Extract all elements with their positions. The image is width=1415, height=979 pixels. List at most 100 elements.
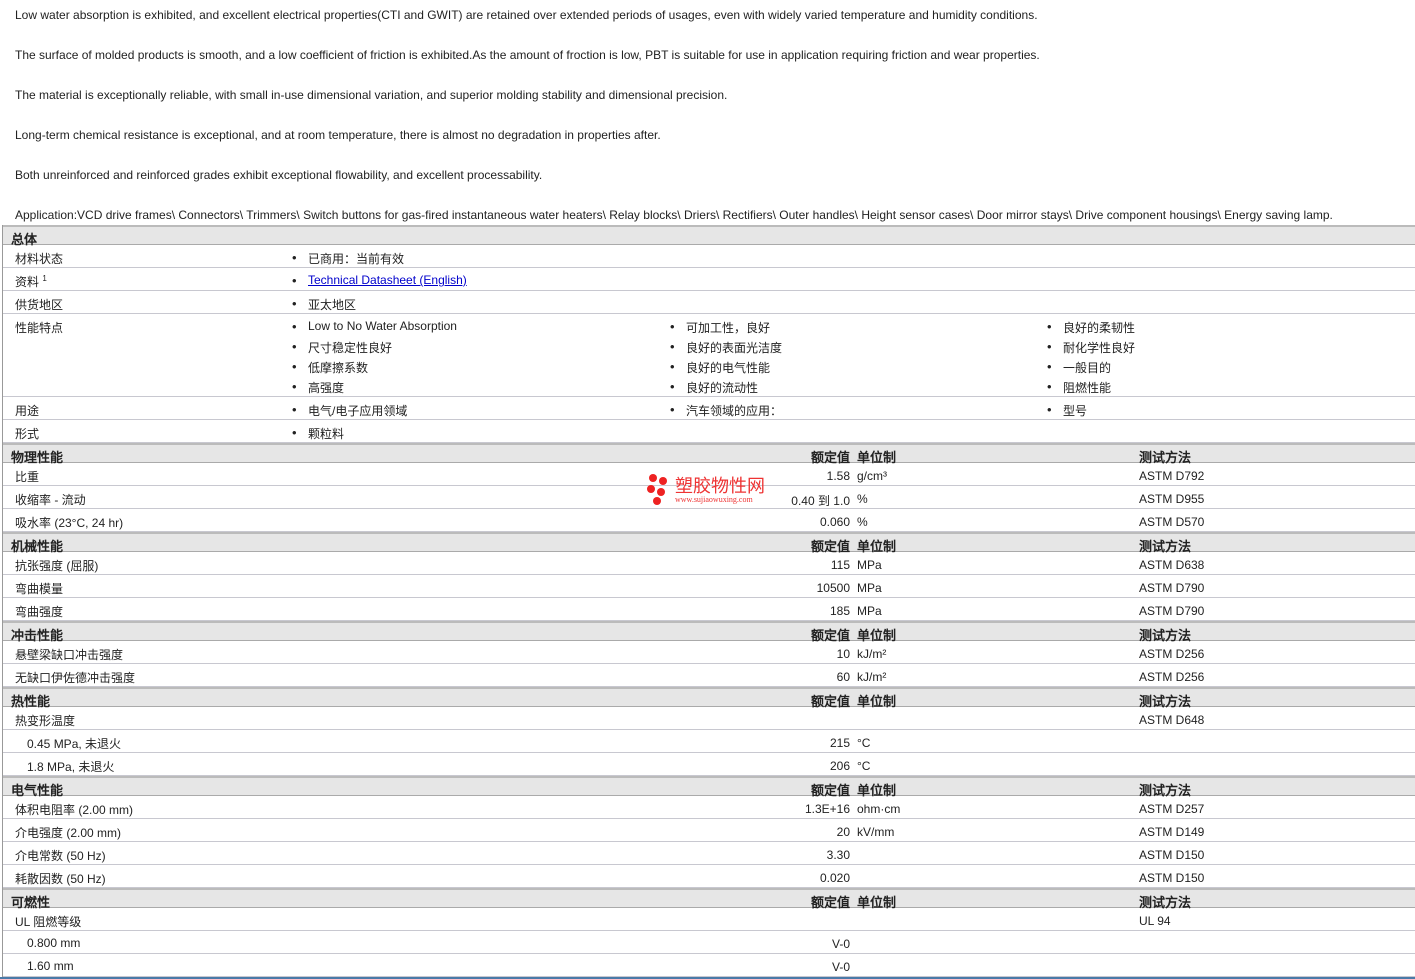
property-unit: MPa <box>857 558 882 572</box>
property-row: UL 阻燃等级 UL 94 <box>3 908 1415 931</box>
property-row: 悬壁梁缺口冲击强度 10 kJ/m² ASTM D256 <box>3 641 1415 664</box>
row-label: 资料 1 <box>15 273 47 290</box>
property-label: 耗散因数 (50 Hz) <box>15 872 106 886</box>
property-unit: % <box>857 492 868 506</box>
property-value: 215 <box>829 736 850 750</box>
row-label: 材料状态 <box>15 252 64 266</box>
test-method: ASTM D790 <box>1139 581 1205 595</box>
property-row: 介电强度 (2.00 mm) 20 kV/mm ASTM D149 <box>3 819 1415 842</box>
property-label: 体积电阻率 (2.00 mm) <box>15 803 134 817</box>
test-method: ASTM D256 <box>1139 647 1205 661</box>
property-row: 吸水率 (23°C, 24 hr) 0.060% ASTM D570 <box>3 509 1415 532</box>
test-method: ASTM D149 <box>1139 825 1205 839</box>
watermark-logo: 塑胶物性网 www.sujiaowuxing.com <box>645 472 765 506</box>
use-item: 汽车领域的应用： <box>670 402 782 419</box>
feature-item: 良好的柔韧性 <box>1047 319 1135 336</box>
property-unit: ohm·cm <box>857 802 901 816</box>
property-value: 1.58 <box>826 469 850 483</box>
section-header: 机械性能 额定值 单位制 测试方法 <box>3 532 1415 554</box>
property-sections: 物理性能 额定值 单位制 测试方法比重 1.58 g/cm³ ASTM D792 收缩率 - … <box>3 443 1415 977</box>
property-label: 介电强度 (2.00 mm) <box>15 826 122 840</box>
property-row: 体积电阻率 (2.00 mm) 1.3E+16 ohm·cm ASTM D257 <box>3 796 1415 819</box>
feature-item: 一般目的 <box>1047 359 1111 376</box>
test-method: ASTM D257 <box>1139 802 1205 816</box>
feature-item: 尺寸稳定性良好 <box>292 339 392 356</box>
feature-item: 良好的电气性能 <box>670 359 770 376</box>
property-label: 0.45 MPa, 未退火 <box>27 737 122 751</box>
row-label: 形式 <box>15 427 40 441</box>
property-value: 60 <box>836 670 850 684</box>
property-row: 弯曲强度 185 MPa ASTM D790 <box>3 598 1415 621</box>
row-label: 用途 <box>15 404 40 418</box>
row-label: 性能特点 <box>15 321 64 335</box>
property-unit: °C <box>857 736 871 750</box>
property-unit: kJ/m² <box>857 647 887 661</box>
property-value: 0.060 <box>819 515 850 529</box>
property-row: 0.800 mm V-0 <box>3 931 1415 954</box>
description-paragraph: The material is exceptionally reliable, … <box>15 88 728 102</box>
use-item: 型号 <box>1047 402 1087 419</box>
section-header-general: 总体 <box>3 225 1415 247</box>
property-value: 115 <box>830 558 850 572</box>
test-method: ASTM D150 <box>1139 871 1205 885</box>
property-label: 吸水率 (23°C, 24 hr) <box>15 516 124 530</box>
watermark-url: www.sujiaowuxing.com <box>675 495 753 504</box>
row-form: 形式 颗粒料 <box>3 420 1415 443</box>
test-method: ASTM D792 <box>1139 469 1205 483</box>
property-label: 比重 <box>15 470 40 484</box>
feature-item: 阻燃性能 <box>1047 379 1111 396</box>
description-paragraph: Low water absorption is exhibited, and e… <box>15 8 1038 22</box>
test-method: ASTM D570 <box>1139 515 1205 529</box>
description-paragraph: Long-term chemical resistance is excepti… <box>15 128 661 142</box>
property-value: 10500 <box>816 581 850 595</box>
test-method: ASTM D256 <box>1139 670 1205 684</box>
property-label: 无缺口伊佐德冲击强度 <box>15 671 136 685</box>
property-value: 1.3E+16 <box>804 802 850 816</box>
property-row: 无缺口伊佐德冲击强度 60 kJ/m² ASTM D256 <box>3 664 1415 687</box>
property-value: 10 <box>836 647 850 661</box>
feature-item: 良好的表面光洁度 <box>670 339 782 356</box>
property-label: 弯曲强度 <box>15 605 64 619</box>
test-method: ASTM D648 <box>1139 713 1205 727</box>
property-row: 1.8 MPa, 未退火 206 °C <box>3 753 1415 776</box>
property-unit: g/cm³ <box>857 469 887 483</box>
property-row: 抗张强度 (屈服) 115 MPa ASTM D638 <box>3 552 1415 575</box>
test-method: ASTM D150 <box>1139 848 1205 862</box>
status-value: 已商用：当前有效 <box>292 250 404 267</box>
test-method: ASTM D638 <box>1139 558 1205 572</box>
property-unit: MPa <box>857 604 882 618</box>
row-features: 性能特点 Low to No Water Absorption 尺寸稳定性良好低摩擦… <box>3 314 1415 397</box>
section-header: 电气性能 额定值 单位制 测试方法 <box>3 776 1415 798</box>
feature-item: 可加工性，良好 <box>670 319 770 336</box>
property-label: 1.60 mm <box>27 959 74 973</box>
section-header: 物理性能 额定值 单位制 测试方法 <box>3 443 1415 465</box>
property-value: 206 <box>829 759 850 773</box>
row-region: 供货地区 亚太地区 <box>3 291 1415 314</box>
property-unit: MPa <box>857 581 882 595</box>
property-label: 收缩率 - 流动 <box>15 493 86 507</box>
footnote-marker: 1 <box>42 274 47 283</box>
use-item: 电气/电子应用领域 <box>292 402 407 419</box>
property-value: V-0 <box>831 960 850 974</box>
property-label: 0.800 mm <box>27 936 81 950</box>
property-row: 热变形温度 ASTM D648 <box>3 707 1415 730</box>
logo-dots-icon <box>645 472 673 506</box>
test-method: ASTM D955 <box>1139 492 1205 506</box>
property-value: V-0 <box>831 937 850 951</box>
property-row: 介电常数 (50 Hz) 3.30 ASTM D150 <box>3 842 1415 865</box>
description-paragraph: Both unreinforced and reinforced grades … <box>15 168 543 182</box>
property-value: 0.020 <box>819 871 850 885</box>
test-method: UL 94 <box>1139 914 1171 928</box>
description-paragraph: The surface of molded products is smooth… <box>15 48 1040 62</box>
property-row: 弯曲模量 10500 MPa ASTM D790 <box>3 575 1415 598</box>
row-uses: 用途 电气/电子应用领域 汽车领域的应用： 型号 <box>3 397 1415 420</box>
property-label: 介电常数 (50 Hz) <box>15 849 106 863</box>
technical-datasheet-link[interactable]: Technical Datasheet (English) <box>308 273 467 287</box>
property-row: 1.60 mm V-0 <box>3 954 1415 977</box>
feature-item: 耐化学性良好 <box>1047 339 1135 356</box>
property-unit: °C <box>857 759 871 773</box>
feature-item: 良好的流动性 <box>670 379 758 396</box>
property-unit: kJ/m² <box>857 670 887 684</box>
property-label: 热变形温度 <box>15 714 76 728</box>
property-unit: kV/mm <box>857 825 895 839</box>
